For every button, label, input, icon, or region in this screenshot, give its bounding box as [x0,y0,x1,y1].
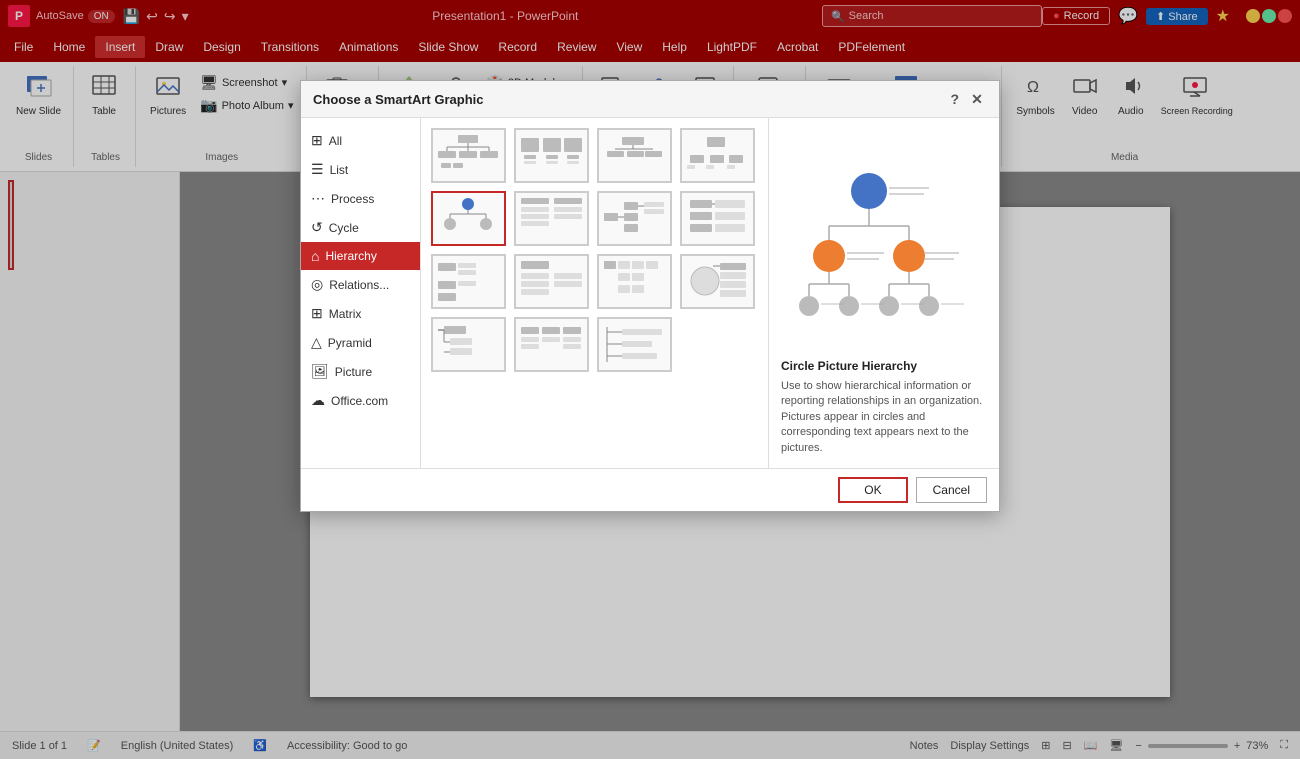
smartart-thumb-hier3[interactable] [514,317,589,372]
office-icon: ☁ [311,392,325,409]
smartart-graphic-grid [421,118,769,468]
smartart-thumb-indent[interactable] [431,254,506,309]
smartart-thumb-circle-hier[interactable] [431,191,506,246]
smartart-thumb-label-hier[interactable] [680,191,755,246]
category-all[interactable]: ⊞ All [301,126,420,155]
matrix-icon: ⊞ [311,305,323,322]
dialog-footer: OK Cancel [301,468,999,511]
cancel-button[interactable]: Cancel [916,477,987,503]
dialog-title-bar: Choose a SmartArt Graphic ? ✕ [301,81,999,118]
dialog-overlay: Choose a SmartArt Graphic ? ✕ ⊞ All ☰ Li… [0,0,1300,759]
smartart-thumb-name-title[interactable] [514,128,589,183]
smartart-thumb-labeled[interactable] [680,128,755,183]
smartart-row-1 [431,128,758,183]
picture-icon: 🖼 [311,363,329,380]
smartart-thumb-arrows[interactable] [597,317,672,372]
category-pyramid[interactable]: △ Pyramid [301,328,420,357]
smartart-row-4 [431,317,758,372]
category-picture[interactable]: 🖼 Picture [301,357,420,386]
category-process[interactable]: ⋯ Process [301,184,420,213]
category-matrix[interactable]: ⊞ Matrix [301,299,420,328]
dialog-title-icons: ? ✕ [950,89,987,109]
dialog-help-icon[interactable]: ? [950,91,959,107]
smartart-row-2 [431,191,758,246]
dialog-preview-panel: Circle Picture Hierarchy Use to show hie… [769,118,999,468]
smartart-thumb-side[interactable] [680,254,755,309]
smartart-thumb-lines[interactable] [431,317,506,372]
smartart-dialog: Choose a SmartArt Graphic ? ✕ ⊞ All ☰ Li… [300,80,1000,512]
preview-description: Use to show hierarchical information or … [781,379,987,456]
category-office[interactable]: ☁ Office.com [301,386,420,415]
dialog-close-button[interactable]: ✕ [967,89,987,109]
dialog-body: ⊞ All ☰ List ⋯ Process ↺ Cycle ⌂ Hiera [301,118,999,468]
preview-title: Circle Picture Hierarchy [781,359,987,373]
smartart-thumb-vertical[interactable] [597,254,672,309]
all-icon: ⊞ [311,132,323,149]
list-icon: ☰ [311,161,324,178]
dialog-category-list: ⊞ All ☰ List ⋯ Process ↺ Cycle ⌂ Hiera [301,118,421,468]
hierarchy-icon: ⌂ [311,248,319,264]
smartart-thumb-half[interactable] [597,128,672,183]
category-cycle[interactable]: ↺ Cycle [301,213,420,242]
ok-button[interactable]: OK [838,477,907,503]
relationship-icon: ◎ [311,276,323,293]
smartart-thumb-hier2[interactable] [514,254,589,309]
smartart-thumb-table-hier[interactable] [514,191,589,246]
smartart-thumb-org[interactable] [431,128,506,183]
category-relationship[interactable]: ◎ Relations... [301,270,420,299]
process-icon: ⋯ [311,190,325,207]
pyramid-icon: △ [311,334,322,351]
dialog-title-text: Choose a SmartArt Graphic [313,92,484,107]
category-hierarchy[interactable]: ⌂ Hierarchy [301,242,420,270]
preview-graphic [781,130,987,351]
smartart-thumb-horizontal-hier[interactable] [597,191,672,246]
cycle-icon: ↺ [311,219,323,236]
smartart-row-3 [431,254,758,309]
category-list[interactable]: ☰ List [301,155,420,184]
